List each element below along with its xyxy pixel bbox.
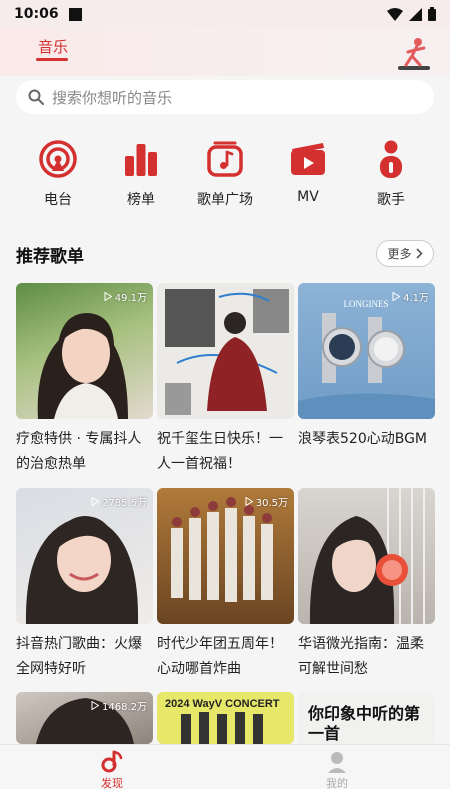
play-count: 30.5万 — [245, 494, 288, 509]
brand-text: LONGINES — [344, 299, 389, 309]
status-bar: 10:06 — [0, 0, 450, 28]
music-note-icon — [101, 750, 123, 773]
playlist-title: 祝千玺生日快乐！一人一首祝福！ — [157, 431, 283, 472]
quick-entry-label: 歌手 — [377, 192, 405, 208]
chart-icon — [125, 144, 157, 176]
playlist-cover: LONGINES 4.1万 — [298, 283, 435, 419]
playlist-card[interactable]: 49.1万 疗愈特供 · 专属抖人的治愈热单 — [16, 283, 153, 477]
cover-text: 2024 WayV CONCERT — [165, 698, 280, 710]
playlist-card[interactable]: 祝千玺生日快乐！一人一首祝福！ — [157, 283, 294, 477]
playlist-cover — [298, 488, 435, 624]
more-label: 更多 — [387, 247, 412, 261]
playlist-title: 时代少年团五周年！心动哪首炸曲 — [157, 636, 283, 677]
playlist-card[interactable]: 你印象中听的第一首 — [298, 692, 435, 744]
wifi-icon — [387, 7, 403, 21]
search-bar[interactable]: 搜索你想听的音乐 — [16, 80, 434, 114]
playlist-cover: 1468.2万 — [16, 692, 153, 744]
tab-music[interactable]: 音乐 — [38, 36, 68, 57]
quick-entry-radio[interactable]: 电台 — [18, 138, 98, 209]
section-title: 推荐歌单 — [16, 247, 84, 267]
search-icon — [28, 89, 44, 105]
playlist-cover: 2785.5万 — [16, 488, 153, 624]
play-icon — [104, 292, 112, 301]
playlist-title: 疗愈特供 · 专属抖人的治愈热单 — [16, 431, 142, 472]
bottom-nav: 发现 我的 — [0, 744, 450, 789]
quick-entry-label: 歌单广场 — [197, 192, 253, 208]
cover-text: 你印象中听的第一首 — [308, 704, 421, 743]
playlist-cover: 30.5万 — [157, 488, 294, 624]
chevron-right-icon — [415, 248, 423, 259]
top-nav: 音乐 — [0, 28, 450, 76]
playlist-title: 浪琴表520心动BGM — [298, 431, 428, 447]
quick-entry-label: 电台 — [44, 192, 72, 208]
search-placeholder: 搜索你想听的音乐 — [52, 88, 173, 107]
signal-icon — [409, 7, 422, 21]
nav-discover-label: 发现 — [101, 777, 123, 789]
play-icon — [91, 701, 99, 710]
nav-mine[interactable]: 我的 — [307, 749, 367, 789]
playlist-card[interactable]: LONGINES 4.1万 浪琴表520心动BGM — [298, 283, 435, 477]
runner-illustration-icon[interactable] — [394, 36, 434, 72]
quick-entry-singer[interactable]: 歌手 — [351, 138, 431, 209]
more-button[interactable]: 更多 — [376, 240, 434, 267]
playlist-card[interactable]: 华语微光指南：温柔可解世间愁 — [298, 488, 435, 682]
birthday-collage-photo — [165, 289, 289, 415]
playlist-title: 华语微光指南：温柔可解世间愁 — [298, 636, 424, 677]
quick-entry-playlist-square[interactable]: 歌单广场 — [185, 138, 265, 209]
play-icon — [91, 497, 99, 506]
playlist-cover: 2024 WayV CONCERT — [157, 692, 294, 744]
playlist-cover — [157, 283, 294, 419]
quick-entries: 电台 榜单 歌单广场 MV 歌手 — [0, 138, 450, 210]
nav-discover[interactable]: 发现 — [82, 749, 142, 789]
quick-entry-label: MV — [297, 189, 319, 205]
video-icon — [291, 143, 325, 175]
playlist-title: 抖音热门歌曲：火爆全网特好听 — [16, 636, 142, 677]
playlist-card[interactable]: 2024 WayV CONCERT — [157, 692, 294, 744]
radio-icon — [39, 140, 77, 178]
status-time: 10:06 — [14, 6, 59, 22]
playlist-icon — [207, 141, 243, 177]
playlist-card[interactable]: 2785.5万 抖音热门歌曲：火爆全网特好听 — [16, 488, 153, 682]
portrait-photo — [309, 488, 425, 624]
singer-icon — [380, 140, 402, 178]
battery-icon — [428, 7, 436, 21]
notification-icon — [68, 7, 82, 21]
play-count: 1468.2万 — [91, 698, 147, 713]
playlist-cover: 49.1万 — [16, 283, 153, 419]
play-count: 4.1万 — [392, 289, 429, 304]
quick-entry-charts[interactable]: 榜单 — [101, 138, 181, 209]
play-count: 49.1万 — [104, 289, 147, 304]
nav-mine-label: 我的 — [326, 777, 348, 789]
play-icon — [245, 497, 253, 506]
quick-entry-label: 榜单 — [127, 192, 155, 208]
play-icon — [392, 292, 401, 301]
tab-indicator — [36, 58, 68, 61]
user-icon — [328, 752, 346, 773]
play-count: 2785.5万 — [91, 494, 147, 509]
status-icons — [387, 7, 436, 21]
playlist-cover: 你印象中听的第一首 — [298, 692, 435, 744]
playlist-card[interactable]: 1468.2万 — [16, 692, 153, 744]
playlist-card[interactable]: 30.5万 时代少年团五周年！心动哪首炸曲 — [157, 488, 294, 682]
quick-entry-mv[interactable]: MV — [268, 138, 348, 205]
